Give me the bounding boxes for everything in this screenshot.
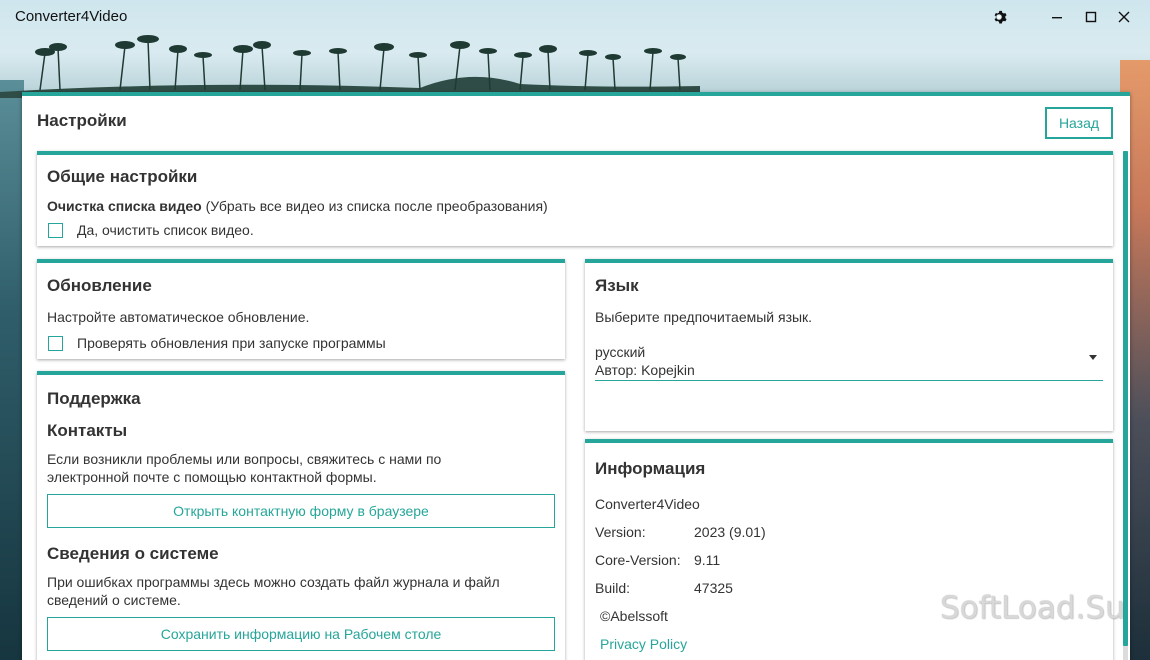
core-version-value: 9.11 xyxy=(694,552,721,568)
contacts-title: Контакты xyxy=(47,421,128,440)
language-author: Автор: Kopejkin xyxy=(595,362,695,378)
support-card: Поддержка Контакты Если возникли проблем… xyxy=(37,371,565,660)
support-title: Поддержка xyxy=(47,389,141,408)
core-version-label: Core-Version: xyxy=(595,552,681,568)
system-info-title: Сведения о системе xyxy=(47,544,219,563)
save-system-info-button[interactable]: Сохранить информацию на Рабочем столе xyxy=(47,617,555,651)
close-icon[interactable] xyxy=(1113,6,1135,28)
settings-panel: Настройки Назад Общие настройки Очистка … xyxy=(22,92,1130,660)
clear-list-description: Очистка списка видео (Убрать все видео и… xyxy=(47,197,548,215)
contacts-text-line-2: электронной почте с помощью контактной ф… xyxy=(47,469,377,485)
update-card: Обновление Настройте автоматическое обно… xyxy=(37,259,565,359)
language-description: Выберите предпочитаемый язык. xyxy=(595,309,813,325)
language-selected-value: русский xyxy=(595,344,646,360)
clear-list-checkbox[interactable] xyxy=(48,223,63,238)
language-select[interactable]: русский Автор: Kopejkin xyxy=(595,341,1103,381)
system-info-text-line-1: При ошибках программы здесь можно создат… xyxy=(47,574,500,590)
language-card: Язык Выберите предпочитаемый язык. русск… xyxy=(585,259,1113,431)
check-updates-label[interactable]: Проверять обновления при запуске програм… xyxy=(77,334,386,352)
version-value: 2023 (9.01) xyxy=(694,524,766,540)
general-settings-title: Общие настройки xyxy=(47,167,198,186)
update-title: Обновление xyxy=(47,276,152,295)
update-description: Настройте автоматическое обновление. xyxy=(47,309,310,325)
privacy-policy-link[interactable]: Privacy Policy xyxy=(600,636,687,652)
product-name: Converter4Video xyxy=(595,496,700,512)
scrollbar-thumb[interactable] xyxy=(1123,151,1128,646)
build-value: 47325 xyxy=(694,580,733,596)
watermark: SoftLoad.Su xyxy=(940,590,1125,626)
language-title: Язык xyxy=(595,276,639,295)
build-label: Build: xyxy=(595,580,631,596)
clear-list-label: Очистка списка видео xyxy=(47,198,202,214)
info-title: Информация xyxy=(595,459,706,478)
background-left-edge xyxy=(0,80,24,660)
version-label: Version: xyxy=(595,524,646,540)
minimize-icon[interactable] xyxy=(1046,6,1068,28)
maximize-icon[interactable] xyxy=(1080,6,1102,28)
check-updates-checkbox[interactable] xyxy=(48,336,63,351)
system-info-text-line-2: сведений о системе. xyxy=(47,592,181,608)
clear-list-checkbox-label[interactable]: Да, очистить список видео. xyxy=(77,221,254,239)
gear-icon[interactable] xyxy=(988,6,1010,28)
page-title: Настройки xyxy=(37,111,127,130)
title-bar: Converter4Video xyxy=(0,0,1150,34)
back-button[interactable]: Назад xyxy=(1045,107,1113,139)
general-settings-card: Общие настройки Очистка списка видео (Уб… xyxy=(37,151,1113,246)
chevron-down-icon xyxy=(1089,355,1097,360)
open-contact-form-button[interactable]: Открыть контактную форму в браузере xyxy=(47,494,555,528)
palm-trees-decoration xyxy=(0,35,700,98)
clear-list-hint: (Убрать все видео из списка после преобр… xyxy=(201,198,548,214)
copyright: ©Abelssoft xyxy=(600,608,668,624)
info-card: Информация Converter4Video Version: 2023… xyxy=(585,439,1113,660)
window-title: Converter4Video xyxy=(15,8,128,25)
contacts-text-line-1: Если возникли проблемы или вопросы, свяж… xyxy=(47,451,442,467)
